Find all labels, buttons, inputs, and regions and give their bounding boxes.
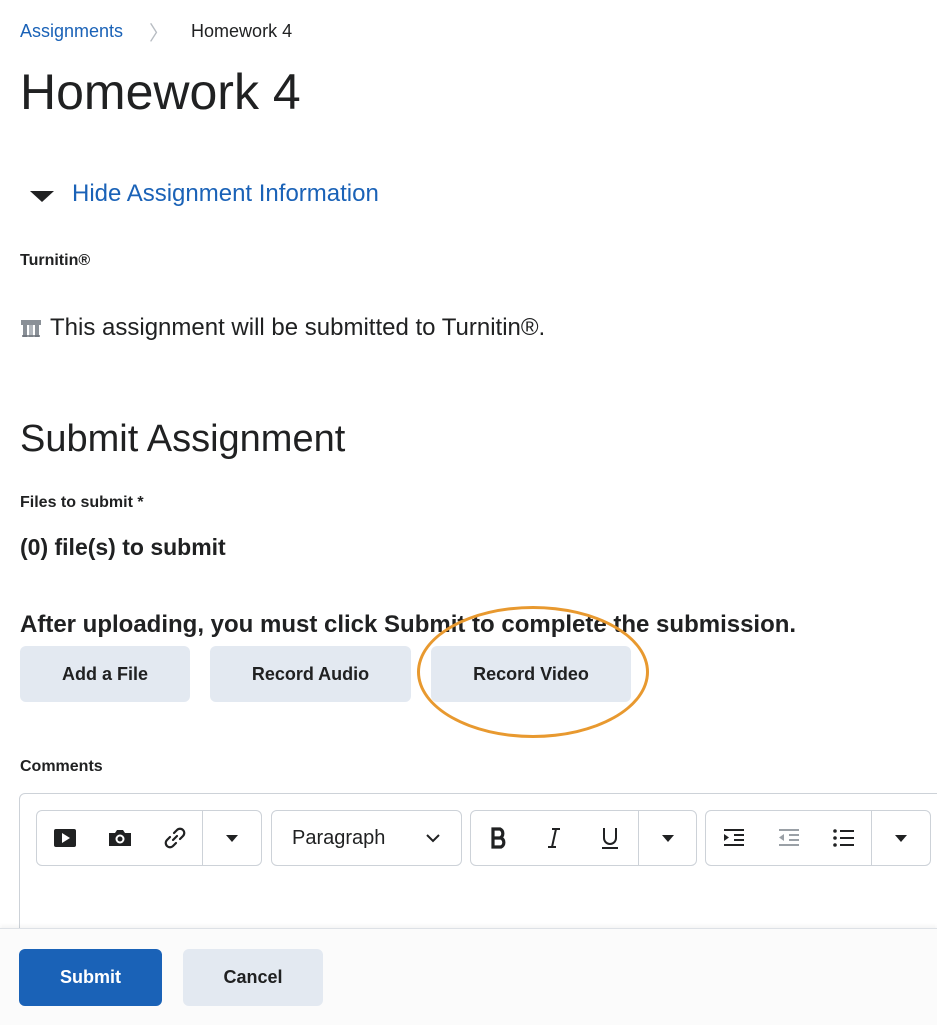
list-toolbar-group: [705, 810, 931, 866]
files-to-submit-label: Files to submit *: [20, 494, 144, 512]
add-file-button[interactable]: Add a File: [20, 646, 190, 702]
turnitin-message-text: This assignment will be submitted to Tur…: [50, 314, 546, 341]
underline-button[interactable]: [582, 811, 638, 865]
insert-link-button[interactable]: [148, 811, 202, 865]
hide-assignment-info-label: Hide Assignment Information: [72, 180, 379, 207]
bullet-list-button[interactable]: [816, 811, 871, 865]
record-audio-button[interactable]: Record Audio: [210, 646, 411, 702]
format-select-value: Paragraph: [292, 826, 386, 849]
hide-assignment-info-toggle[interactable]: Hide Assignment Information: [30, 180, 379, 208]
more-format-chevron-icon: [661, 834, 674, 842]
chevron-down-icon: [426, 834, 440, 843]
submit-button[interactable]: Submit: [19, 949, 162, 1006]
insert-image-button[interactable]: [92, 811, 148, 865]
insert-toolbar-group: [36, 810, 262, 866]
outdent-button[interactable]: [761, 811, 816, 865]
more-list-chevron-icon: [894, 834, 907, 842]
more-insert-button[interactable]: [203, 811, 261, 865]
text-format-toolbar-group: [470, 810, 697, 866]
caret-down-icon: [30, 190, 54, 202]
more-list-button[interactable]: [872, 811, 929, 865]
underline-icon: [602, 828, 618, 849]
insert-video-button[interactable]: [37, 811, 92, 865]
bullet-list-icon: [832, 829, 854, 847]
breadcrumb-assignments-link[interactable]: Assignments: [20, 21, 123, 42]
format-select[interactable]: Paragraph: [271, 810, 462, 866]
turnitin-message: This assignment will be submitted to Tur…: [20, 314, 545, 342]
bold-icon: [490, 827, 505, 849]
comments-label: Comments: [20, 758, 103, 775]
files-to-submit-label-text: Files to submit: [20, 494, 133, 511]
breadcrumb: Assignments 〉 Homework 4: [20, 17, 292, 46]
upload-instruction: After uploading, you must click Submit t…: [20, 611, 797, 638]
turnitin-heading: Turnitin®: [20, 252, 91, 269]
required-marker: *: [137, 494, 144, 511]
italic-button[interactable]: [526, 811, 582, 865]
files-count: (0) file(s) to submit: [20, 534, 226, 560]
footer-action-bar: Submit Cancel: [0, 928, 937, 1025]
more-format-button[interactable]: [639, 811, 696, 865]
record-video-button[interactable]: Record Video: [431, 646, 631, 702]
more-insert-chevron-icon: [226, 834, 238, 842]
submit-assignment-title: Submit Assignment: [20, 418, 346, 460]
indent-icon: [723, 829, 744, 846]
breadcrumb-separator: 〉: [149, 23, 170, 45]
camera-icon: [109, 830, 131, 846]
cancel-button[interactable]: Cancel: [183, 949, 323, 1006]
turnitin-icon: [21, 320, 41, 337]
bold-button[interactable]: [471, 811, 526, 865]
breadcrumb-current: Homework 4: [191, 21, 293, 41]
italic-icon: [548, 828, 560, 848]
video-icon: [53, 829, 76, 847]
page-title: Homework 4: [20, 64, 301, 120]
indent-button[interactable]: [706, 811, 761, 865]
outdent-icon: [778, 829, 799, 846]
link-icon: [164, 827, 186, 849]
